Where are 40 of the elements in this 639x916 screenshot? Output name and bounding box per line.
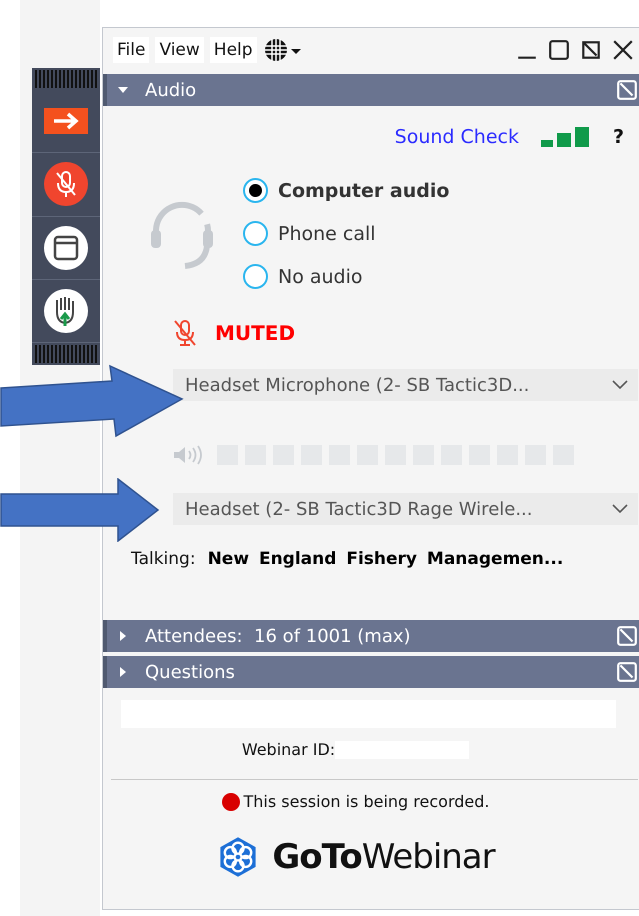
maximize-icon[interactable] [548,39,570,61]
recording-notice: This session is being recorded. [244,792,490,811]
menu-item[interactable]: View [155,37,204,63]
radio-button[interactable] [243,264,268,289]
mute-microphone-button[interactable] [43,161,89,208]
speaker-dropdown[interactable]: Headset (2- SB Tactic3D Rage Wirele... [173,493,638,525]
sound-check-link[interactable]: Sound Check [394,126,519,148]
radio-button[interactable] [243,178,268,203]
option-label[interactable]: Computer audio [278,180,450,202]
product-logo: GoToWebinar [272,837,495,877]
window-button[interactable] [43,224,89,271]
panel-header[interactable]: Attendees: 16 of 1001 (max) [103,620,639,652]
close-icon[interactable] [612,39,634,61]
globe-icon[interactable] [262,37,303,63]
grip-handle[interactable] [35,70,97,88]
help-button[interactable]: ? [612,126,624,148]
recording-dot-icon [222,792,240,810]
panel-title: Questions [145,662,236,682]
grip-handle[interactable] [35,345,97,363]
panel-header[interactable]: Questions [103,656,639,688]
talking-name: New England Fishery Managemen... [208,549,564,569]
popout-icon[interactable] [580,39,602,61]
signal-bars-icon [540,127,591,147]
panel-title: Audio [145,80,198,100]
chevron-down-icon[interactable] [612,504,628,514]
menu-item[interactable]: File [113,37,150,63]
panel-title: Attendees: 16 of 1001 (max) [145,626,412,646]
muted-label: MUTED [215,321,296,345]
microphone-dropdown[interactable]: Headset Microphone (2- SB Tactic3D... [173,369,638,401]
option-label[interactable]: Phone call [278,222,376,244]
talking-label: Talking: [131,549,196,569]
radio-button[interactable] [243,221,268,246]
arrow-button-icon[interactable] [44,108,88,134]
raise-hand-button[interactable] [43,288,89,334]
option-label[interactable]: No audio [278,266,363,288]
menu-item[interactable]: Help [210,37,257,63]
chevron-down-icon[interactable] [612,380,628,390]
panel-header[interactable]: Audio [103,74,639,106]
speaker-icon [173,445,205,465]
webinar-id-label: Webinar ID: [242,740,336,759]
